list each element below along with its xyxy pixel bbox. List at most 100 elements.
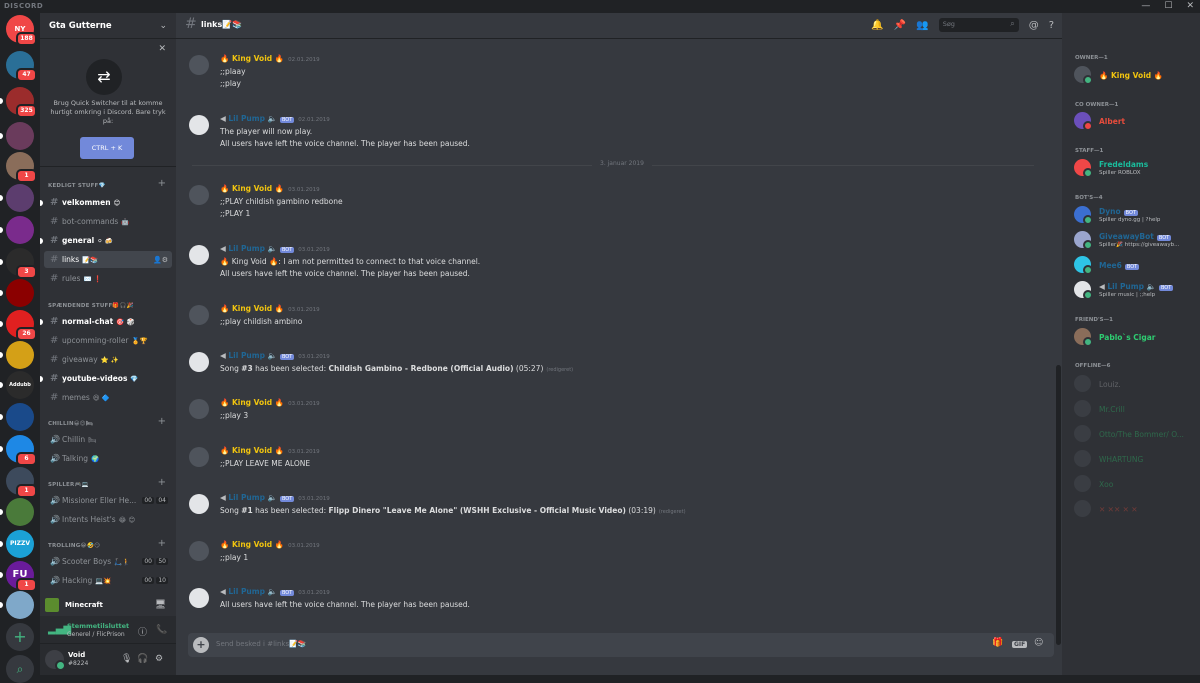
guild-icon[interactable]: 325 [0,87,37,118]
avatar[interactable] [189,55,209,75]
member-item[interactable]: Xoo [1074,473,1198,495]
channel-memes[interactable]: # memes 😆 🔷 [44,389,172,406]
channel-general[interactable]: # general ⚪ 🍻 [40,232,172,249]
category-spaendende[interactable]: SPÆNDENDE STUFF🎁🎧🎉 [48,303,134,309]
member-item[interactable]: GiveawayBot BOT Spiller🎉 https://giveawayb… [1074,229,1198,251]
guild-icon[interactable]: 47 [6,51,37,82]
channel-rules[interactable]: # rules ✉️ ❗ [44,270,172,287]
bell-icon[interactable]: 🔔 [871,20,883,31]
minimize-icon[interactable]: — [1141,1,1150,11]
channel-links[interactable]: # links 📝📚 👤⚙ [44,251,172,268]
avatar[interactable] [189,541,209,561]
guild-icon[interactable] [0,279,34,307]
guild-icon[interactable] [0,591,34,619]
explore-servers-button[interactable]: ⌕ [6,655,34,683]
avatar[interactable] [189,588,209,608]
avatar[interactable] [189,494,209,514]
guild-icon[interactable]: 26 [0,310,37,341]
guild-icon[interactable] [0,341,34,369]
message-author[interactable]: ◀ Lil Pump 🔈 BOT 02.01.2019 [220,114,330,123]
message-composer[interactable]: + Send besked i #links📝📚 🎁 GIF ☺ [188,633,1054,657]
member-item[interactable]: ✕ ✕✕ ✕ ✕ [1074,498,1198,520]
member-item[interactable]: 🔥 King Void 🔥 [1074,64,1198,86]
gift-icon[interactable]: 🎁 [992,638,1003,648]
emoji-icon[interactable]: ☺ [1034,638,1043,648]
message-author[interactable]: 🔥 King Void 🔥 03.01.2019 [220,304,320,313]
add-channel-icon[interactable]: + [158,178,166,189]
help-icon[interactable]: ? [1049,20,1054,31]
close-window-icon[interactable]: ✕ [1186,1,1194,11]
member-item[interactable]: ◀ Lil Pump 🔈 BOT Spiller music | ;;help [1074,279,1198,301]
avatar[interactable] [45,650,66,671]
add-channel-icon[interactable]: + [158,538,166,549]
guild-addubb[interactable]: Addubb [0,371,34,399]
message-author[interactable]: ◀ Lil Pump 🔈 BOT 03.01.2019 [220,244,330,253]
message-author[interactable]: ◀ Lil Pump 🔈 BOT 03.01.2019 [220,587,330,596]
scrollbar[interactable] [1056,365,1061,645]
voice-channel-missioner[interactable]: 🔊 Missioner Eller He... 00 04 [44,492,172,509]
pin-icon[interactable]: 📌 [894,20,906,31]
guild-icon[interactable] [0,498,34,526]
guild-pizzv[interactable]: PIZZV [0,530,34,558]
member-item[interactable]: Pablo`s Cigar [1074,326,1198,348]
chevron-down-icon[interactable]: ⌄ [159,21,167,31]
avatar[interactable] [189,305,209,325]
channel-velkommen[interactable]: # velkommen 😊 [40,194,172,211]
guild-icon[interactable]: 1 [6,152,37,183]
channel-giveaway[interactable]: # giveaway ⭐ ✨ [44,351,172,368]
channel-bot-commands[interactable]: # bot-commands 🤖 [44,213,172,230]
upload-plus-icon[interactable]: + [193,637,209,653]
avatar[interactable] [189,447,209,467]
member-item[interactable]: Albert [1074,110,1198,132]
add-channel-icon[interactable]: + [158,416,166,427]
avatar[interactable] [189,245,209,265]
guild-icon[interactable]: 3 [0,248,37,279]
avatar[interactable] [189,399,209,419]
gear-icon[interactable]: ⚙ [155,654,163,664]
member-item[interactable]: WHARTUNG [1074,448,1198,470]
close-icon[interactable]: ✕ [158,44,166,54]
screen-share-icon[interactable]: 🖥 [155,600,166,610]
headphones-icon[interactable]: 🎧 [137,654,148,664]
category-kedligt[interactable]: KEDLIGT STUFF💎 [48,183,106,189]
channel-upcomming-roller[interactable]: # upcomming-roller 🏅🏆 [44,332,172,349]
disconnect-icon[interactable]: 📞 [156,625,167,635]
channel-settings-icon[interactable]: 👤⚙ [153,256,168,264]
voice-channel-talking[interactable]: 🔊 Talking 🌍 [44,450,172,467]
avatar[interactable] [189,185,209,205]
message-author[interactable]: 🔥 King Void 🔥 03.01.2019 [220,446,320,455]
message-author[interactable]: ◀ Lil Pump 🔈 BOT 03.01.2019 [220,493,330,502]
member-item[interactable]: Fredeldams Spiller ROBLOX [1074,157,1198,179]
info-icon[interactable]: ⓘ [138,625,147,638]
category-chillin[interactable]: CHILLIN😀😊🛏 [48,421,93,427]
guild-icon[interactable] [0,216,34,244]
add-channel-icon[interactable]: + [158,477,166,488]
server-header[interactable]: Gta Gutterne ⌄ [40,13,176,39]
guild-icon[interactable] [0,184,34,212]
voice-status[interactable]: Stemmetilsluttet [67,622,129,630]
category-spiller[interactable]: SPILLER🎮💻 [48,482,89,488]
voice-channel-chillin[interactable]: 🔊 Chillin 🛏 [44,431,172,448]
avatar[interactable] [189,352,209,372]
message-author[interactable]: ◀ Lil Pump 🔈 BOT 03.01.2019 [220,351,330,360]
guild-icon[interactable]: 1 [6,467,37,498]
maximize-icon[interactable]: ☐ [1164,1,1172,11]
guild-icon[interactable] [0,122,34,150]
guild-fu[interactable]: FU 1 [0,561,37,592]
voice-channel-intents[interactable]: 🔊 Intents Heist's 😂 😊 [44,511,172,528]
guild-ny[interactable]: NY 188 [6,15,37,46]
search-input[interactable]: Søg ⌕ [938,18,1019,32]
message-author[interactable]: 🔥 King Void 🔥 03.01.2019 [220,398,320,407]
quick-switcher-button[interactable]: CTRL + K [80,137,134,159]
guild-icon[interactable] [0,403,34,431]
gif-icon[interactable]: GIF [1012,641,1028,648]
microphone-icon[interactable]: 🎙 [121,654,132,664]
voice-channel-scooter-boys[interactable]: 🔊 Scooter Boys 🛴🚶 00 50 [44,553,172,570]
message-author[interactable]: 🔥 King Void 🔥 02.01.2019 [220,54,320,63]
mention-icon[interactable]: @ [1029,20,1039,31]
channel-normal-chat[interactable]: # normal-chat 🎯 🎲 [40,313,172,330]
category-trolling[interactable]: TROLLING😂🤣😏 [48,543,100,549]
channel-youtube-videos[interactable]: # youtube-videos 💎 [40,370,172,387]
members-icon[interactable]: 👥 [916,20,928,31]
add-server-button[interactable]: + [6,623,34,651]
